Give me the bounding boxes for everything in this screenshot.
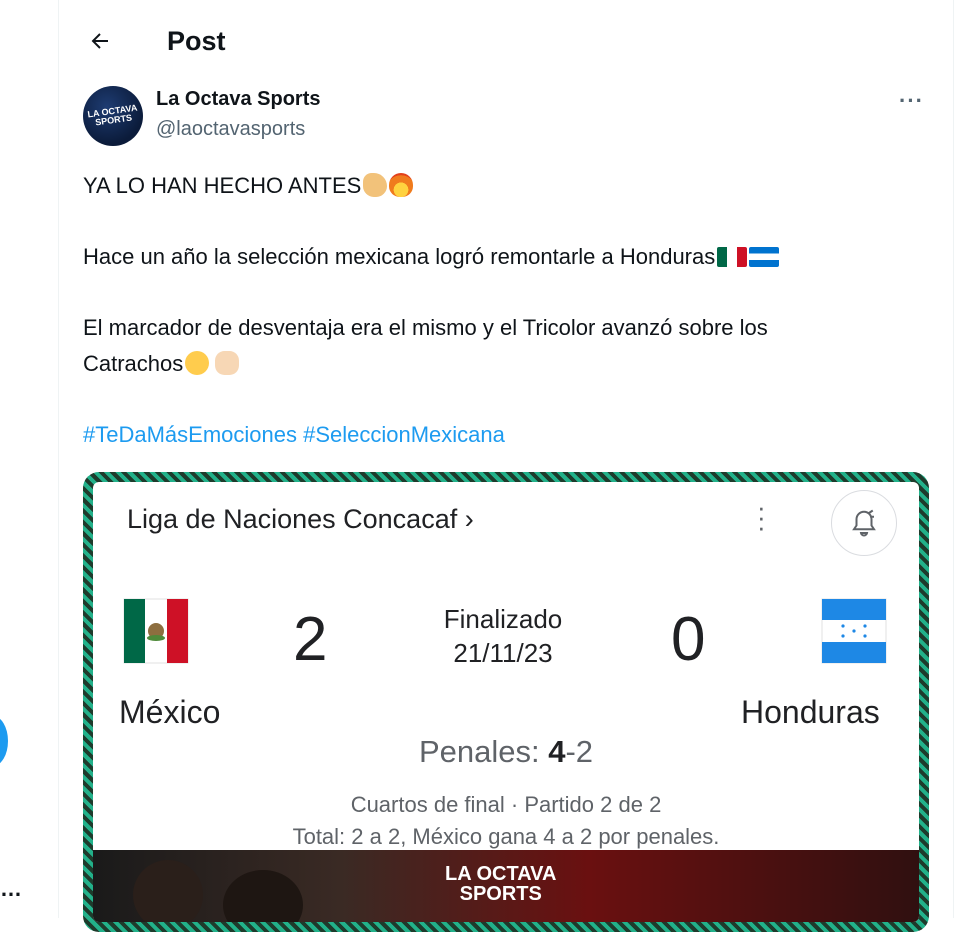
- tweet-line-1: YA LO HAN HECHO ANTES: [83, 168, 414, 204]
- more-options-icon[interactable]: ···: [899, 88, 924, 114]
- tweet-line-2: Hace un año la selección mexicana logró …: [83, 239, 780, 275]
- home-score: 2: [293, 605, 328, 674]
- mexico-flag-icon: [123, 598, 189, 664]
- post-header: Post: [59, 0, 953, 86]
- tweet-media[interactable]: Liga de Naciones Concacaf › · · · 2 Finali…: [83, 472, 929, 932]
- penalties-away: 2: [575, 734, 594, 769]
- hashtag-tedamasemociones[interactable]: #TeDaMásEmociones: [83, 422, 297, 447]
- match-card-screenshot: Liga de Naciones Concacaf › · · · 2 Finali…: [93, 482, 919, 922]
- status-text: Finalizado: [443, 604, 563, 634]
- penalties: Penales: 4-2: [93, 734, 919, 770]
- hashtags: #TeDaMásEmociones #SeleccionMexicana: [83, 417, 505, 453]
- away-score: 0: [671, 605, 706, 674]
- bell-add-icon: [831, 490, 897, 556]
- penalties-home: 4: [548, 734, 566, 769]
- account-more-icon[interactable]: …: [0, 876, 23, 902]
- mexico-flag-icon: [717, 247, 748, 267]
- avatar[interactable]: LA OCTAVA SPORTS: [83, 86, 143, 146]
- round-info: Cuartos de final · Partido 2 de 2: [350, 792, 662, 817]
- author-handle[interactable]: @laoctavasports: [156, 118, 305, 141]
- back-arrow-icon[interactable]: [85, 26, 115, 56]
- away-team: Honduras: [741, 694, 880, 730]
- match-date: 21/11/23: [453, 638, 553, 668]
- penalties-label: Penales:: [418, 734, 540, 769]
- tweet-line-3b: Catrachos: [83, 346, 240, 382]
- player-head: [133, 860, 203, 922]
- oncoming-fist-icon: [215, 351, 240, 375]
- post-button-partial[interactable]: [0, 716, 8, 766]
- honduras-flag-icon: [821, 598, 887, 664]
- photo-strip: LA OCTAVA SPORTS: [93, 850, 919, 922]
- post-column: Post LA OCTAVA SPORTS La Octava Sports @l…: [58, 0, 954, 932]
- aggregate-info: Total: 2 a 2, México gana 4 a 2 por pena…: [292, 824, 720, 849]
- fire-icon: [389, 173, 414, 197]
- hashtag-seleccionmexicana[interactable]: #SeleccionMexicana: [303, 422, 505, 447]
- home-team: México: [119, 694, 221, 730]
- avatar-logo-text: LA OCTAVA SPORTS: [86, 102, 138, 128]
- tweet-text-2: Hace un año la selección mexicana logró …: [83, 244, 716, 269]
- tweet-text-1: YA LO HAN HECHO ANTES: [83, 173, 362, 198]
- match-status: Finalizado 21/11/23: [423, 602, 583, 670]
- tweet-text-3b: Catrachos: [83, 351, 184, 376]
- player-head: [223, 870, 303, 922]
- honduras-flag-icon: [749, 247, 780, 267]
- flexed-biceps-icon: [363, 173, 388, 197]
- tweet-text-3a: El marcador de desventaja era el mismo y…: [83, 315, 768, 340]
- league-link: Liga de Naciones Concacaf ›: [127, 504, 474, 534]
- page-title: Post: [167, 26, 226, 56]
- more-vertical-icon: · · ·: [757, 492, 766, 542]
- penalties-sep: -: [565, 734, 576, 769]
- left-rail: …: [0, 0, 58, 918]
- star-struck-icon: [185, 351, 210, 375]
- author-name[interactable]: La Octava Sports: [156, 88, 321, 111]
- watermark-logo: LA OCTAVA SPORTS: [445, 863, 557, 905]
